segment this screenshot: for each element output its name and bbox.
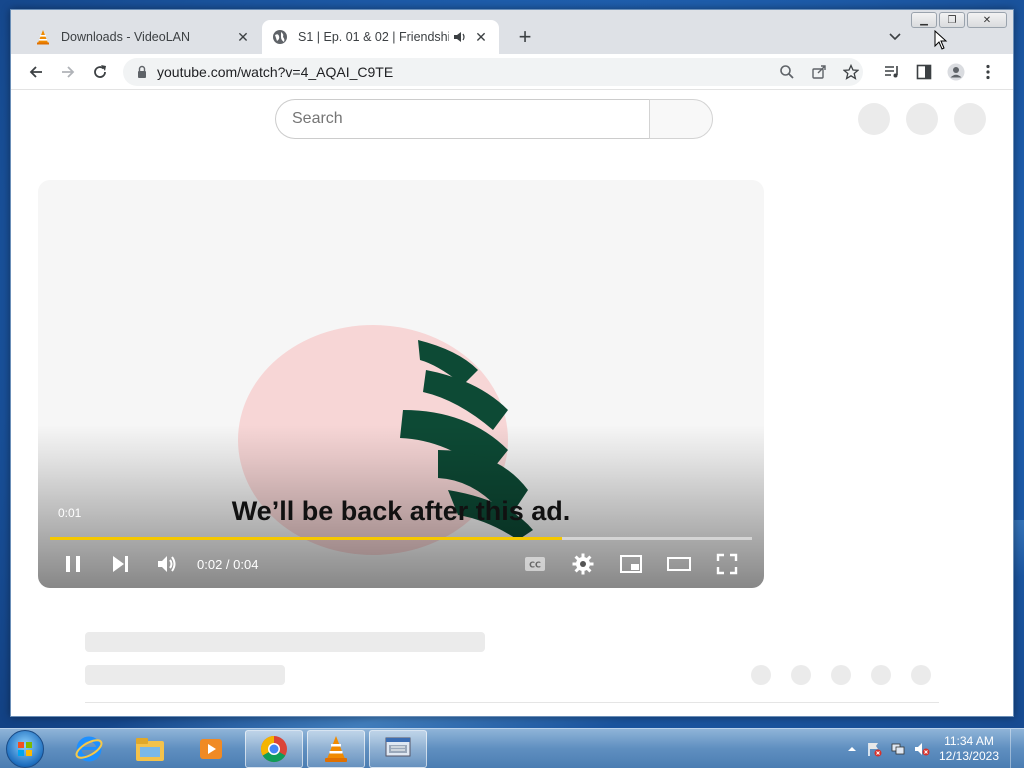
taskbar-media-player-button[interactable] bbox=[182, 730, 240, 768]
taskbar-explorer-button[interactable] bbox=[121, 730, 179, 768]
action-center-flag-icon[interactable] bbox=[866, 741, 882, 757]
windows-logo-icon bbox=[18, 742, 32, 756]
show-desktop-button[interactable] bbox=[1010, 729, 1024, 768]
side-panel-icon[interactable] bbox=[915, 63, 933, 81]
next-icon[interactable] bbox=[108, 552, 132, 576]
channel-skeleton bbox=[85, 665, 285, 685]
action-skeleton-dot bbox=[831, 665, 851, 685]
progress-fill bbox=[50, 537, 563, 540]
back-arrow-icon[interactable] bbox=[27, 63, 45, 81]
video-player[interactable]: We’ll be back after this ad. 0:01 0:02 /… bbox=[38, 180, 764, 588]
volume-muted-icon[interactable] bbox=[914, 741, 930, 757]
tab-audio-icon[interactable] bbox=[453, 30, 467, 44]
close-window-button[interactable]: ✕ bbox=[967, 12, 1007, 28]
system-clock[interactable]: 11:34 AM 12/13/2023 bbox=[936, 734, 1002, 764]
media-controls-icon[interactable] bbox=[883, 63, 901, 81]
search-button[interactable] bbox=[649, 99, 713, 139]
fullscreen-icon[interactable] bbox=[715, 552, 739, 576]
miniplayer-icon[interactable] bbox=[619, 552, 643, 576]
clock-date: 12/13/2023 bbox=[938, 749, 1000, 763]
reload-icon[interactable] bbox=[91, 63, 109, 81]
window-controls: ▁ ❐ ✕ bbox=[911, 12, 1007, 28]
vlc-cone-icon bbox=[37, 30, 49, 45]
action-skeleton-dot bbox=[751, 665, 771, 685]
url-text[interactable]: youtube.com/watch?v=4_AQAI_C9TE bbox=[157, 64, 393, 80]
volume-icon[interactable] bbox=[155, 552, 179, 576]
time-display: 0:02 / 0:04 bbox=[197, 557, 259, 572]
globe-icon bbox=[273, 30, 287, 44]
taskbar-ie-button[interactable] bbox=[60, 730, 118, 768]
tab-strip: Downloads - VideoLAN ✕ S1 | Ep. 01 & 02 … bbox=[11, 10, 1013, 54]
tab-youtube-video[interactable]: S1 | Ep. 01 & 02 | Friendship ✕ bbox=[262, 20, 499, 54]
youtube-page: Search We’ll be back after this ad. 0:01 bbox=[11, 91, 1013, 716]
action-skeleton-dot bbox=[871, 665, 891, 685]
forward-arrow-icon[interactable] bbox=[59, 63, 77, 81]
kebab-menu-icon[interactable] bbox=[979, 63, 997, 81]
captions-icon[interactable]: CC bbox=[523, 552, 547, 576]
svg-text:CC: CC bbox=[529, 561, 541, 570]
close-tab-icon[interactable]: ✕ bbox=[473, 29, 489, 45]
start-button[interactable] bbox=[6, 730, 44, 768]
tab-title: S1 | Ep. 01 & 02 | Friendship bbox=[298, 30, 449, 44]
network-icon[interactable] bbox=[890, 741, 906, 757]
tab-downloads-videolan[interactable]: Downloads - VideoLAN ✕ bbox=[25, 20, 261, 54]
restore-button[interactable]: ❐ bbox=[939, 12, 965, 28]
action-skeleton-dot bbox=[911, 665, 931, 685]
mouse-cursor-icon bbox=[934, 30, 948, 50]
theater-mode-icon[interactable] bbox=[667, 552, 691, 576]
clock-time: 11:34 AM bbox=[944, 734, 994, 748]
taskbar-keyboard-app-button[interactable] bbox=[369, 730, 427, 768]
profile-avatar-icon[interactable] bbox=[947, 63, 965, 81]
zoom-search-icon[interactable] bbox=[779, 64, 795, 80]
taskbar-chrome-button[interactable] bbox=[245, 730, 303, 768]
tab-search-chevron-icon[interactable] bbox=[887, 28, 903, 44]
bookmark-star-icon[interactable] bbox=[843, 64, 859, 80]
header-skeleton-circle bbox=[954, 103, 986, 135]
taskbar-vlc-button[interactable] bbox=[307, 730, 365, 768]
lock-icon[interactable] bbox=[135, 65, 149, 79]
settings-gear-icon[interactable] bbox=[571, 552, 595, 576]
browser-toolbar: youtube.com/watch?v=4_AQAI_C9TE bbox=[11, 54, 1013, 90]
chrome-window: Downloads - VideoLAN ✕ S1 | Ep. 01 & 02 … bbox=[10, 9, 1014, 717]
windows-taskbar: 11:34 AM 12/13/2023 bbox=[0, 728, 1024, 768]
action-skeleton-dot bbox=[791, 665, 811, 685]
vlc-icon bbox=[325, 736, 347, 762]
new-tab-button[interactable]: + bbox=[513, 26, 537, 50]
pause-icon[interactable] bbox=[61, 552, 85, 576]
explorer-icon bbox=[136, 738, 164, 761]
tab-title: Downloads - VideoLAN bbox=[61, 30, 191, 44]
search-input[interactable]: Search bbox=[275, 99, 650, 139]
ad-countdown: 0:01 bbox=[58, 506, 82, 520]
media-player-icon bbox=[200, 739, 222, 759]
share-icon[interactable] bbox=[811, 64, 827, 80]
header-skeleton-circle bbox=[906, 103, 938, 135]
keyboard-window-icon bbox=[385, 737, 411, 757]
title-skeleton bbox=[85, 632, 485, 652]
chrome-icon bbox=[260, 735, 287, 763]
section-divider bbox=[85, 702, 939, 703]
address-bar[interactable]: youtube.com/watch?v=4_AQAI_C9TE bbox=[123, 58, 863, 86]
header-skeleton-circle bbox=[858, 103, 890, 135]
close-tab-icon[interactable]: ✕ bbox=[235, 29, 251, 45]
minimize-button[interactable]: ▁ bbox=[911, 12, 937, 28]
tray-overflow-chevron-icon[interactable] bbox=[844, 741, 860, 757]
ad-caption: We’ll be back after this ad. bbox=[231, 496, 571, 526]
ie-icon bbox=[75, 736, 103, 762]
progress-bar[interactable] bbox=[50, 537, 752, 540]
